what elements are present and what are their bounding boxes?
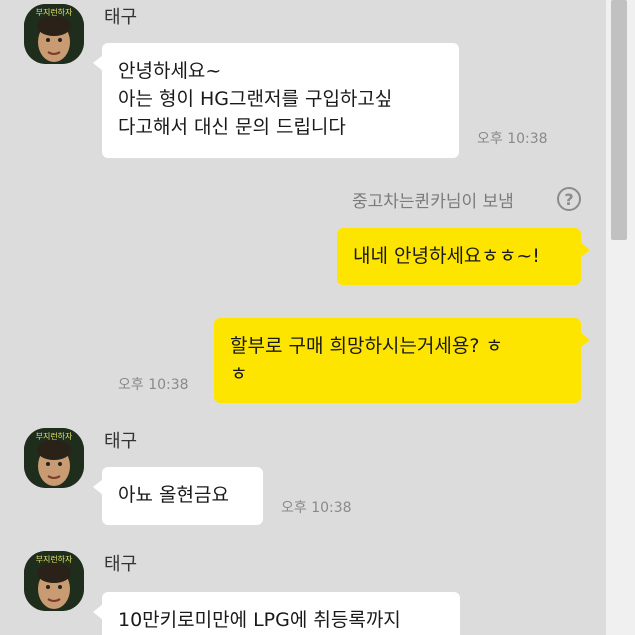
message-bubble[interactable]: 할부로 구매 희망하시는거세용? ㅎ ㅎ <box>214 318 590 403</box>
help-icon[interactable]: ? <box>557 187 581 211</box>
profile-photo-icon: 부지런하자 <box>24 428 84 488</box>
sent-by-notice: 중고차는퀸카님이 보냄 <box>352 192 514 212</box>
avatar[interactable]: 부지런하자 <box>24 4 84 64</box>
message-bubble[interactable]: 안녕하세요~ 아는 형이 HG그랜저를 구입하고싶 다고해서 대신 문의 드립니… <box>93 43 459 158</box>
chat-area: 부지런하자 태구 안녕하세요~ 아는 형이 HG그랜저를 구입하고싶 다고해서 … <box>0 0 606 635</box>
scrollbar-thumb[interactable] <box>611 0 627 240</box>
scrollbar[interactable] <box>606 0 635 635</box>
svg-text:부지런하자: 부지런하자 <box>36 431 73 441</box>
sender-name: 태구 <box>104 7 138 27</box>
profile-photo-icon: 부지런하자 <box>24 551 84 611</box>
sender-name: 태구 <box>104 554 138 574</box>
message-bubble[interactable]: 10만키로미만에 LPG에 취등록까지 <box>93 592 460 635</box>
message-bubble[interactable]: 내네 안녕하세요ㅎㅎ~! <box>337 228 590 285</box>
sender-name: 태구 <box>104 431 138 451</box>
avatar[interactable]: 부지런하자 <box>24 551 84 611</box>
message-time: 오후 10:38 <box>477 131 548 147</box>
svg-text:부지런하자: 부지런하자 <box>36 554 73 564</box>
svg-text:부지런하자: 부지런하자 <box>36 7 73 17</box>
avatar[interactable]: 부지런하자 <box>24 428 84 488</box>
message-bubble[interactable]: 아뇨 올현금요 <box>93 467 263 525</box>
profile-photo-icon: 부지런하자 <box>24 4 84 64</box>
message-time: 오후 10:38 <box>281 500 352 516</box>
message-time: 오후 10:38 <box>118 377 189 393</box>
